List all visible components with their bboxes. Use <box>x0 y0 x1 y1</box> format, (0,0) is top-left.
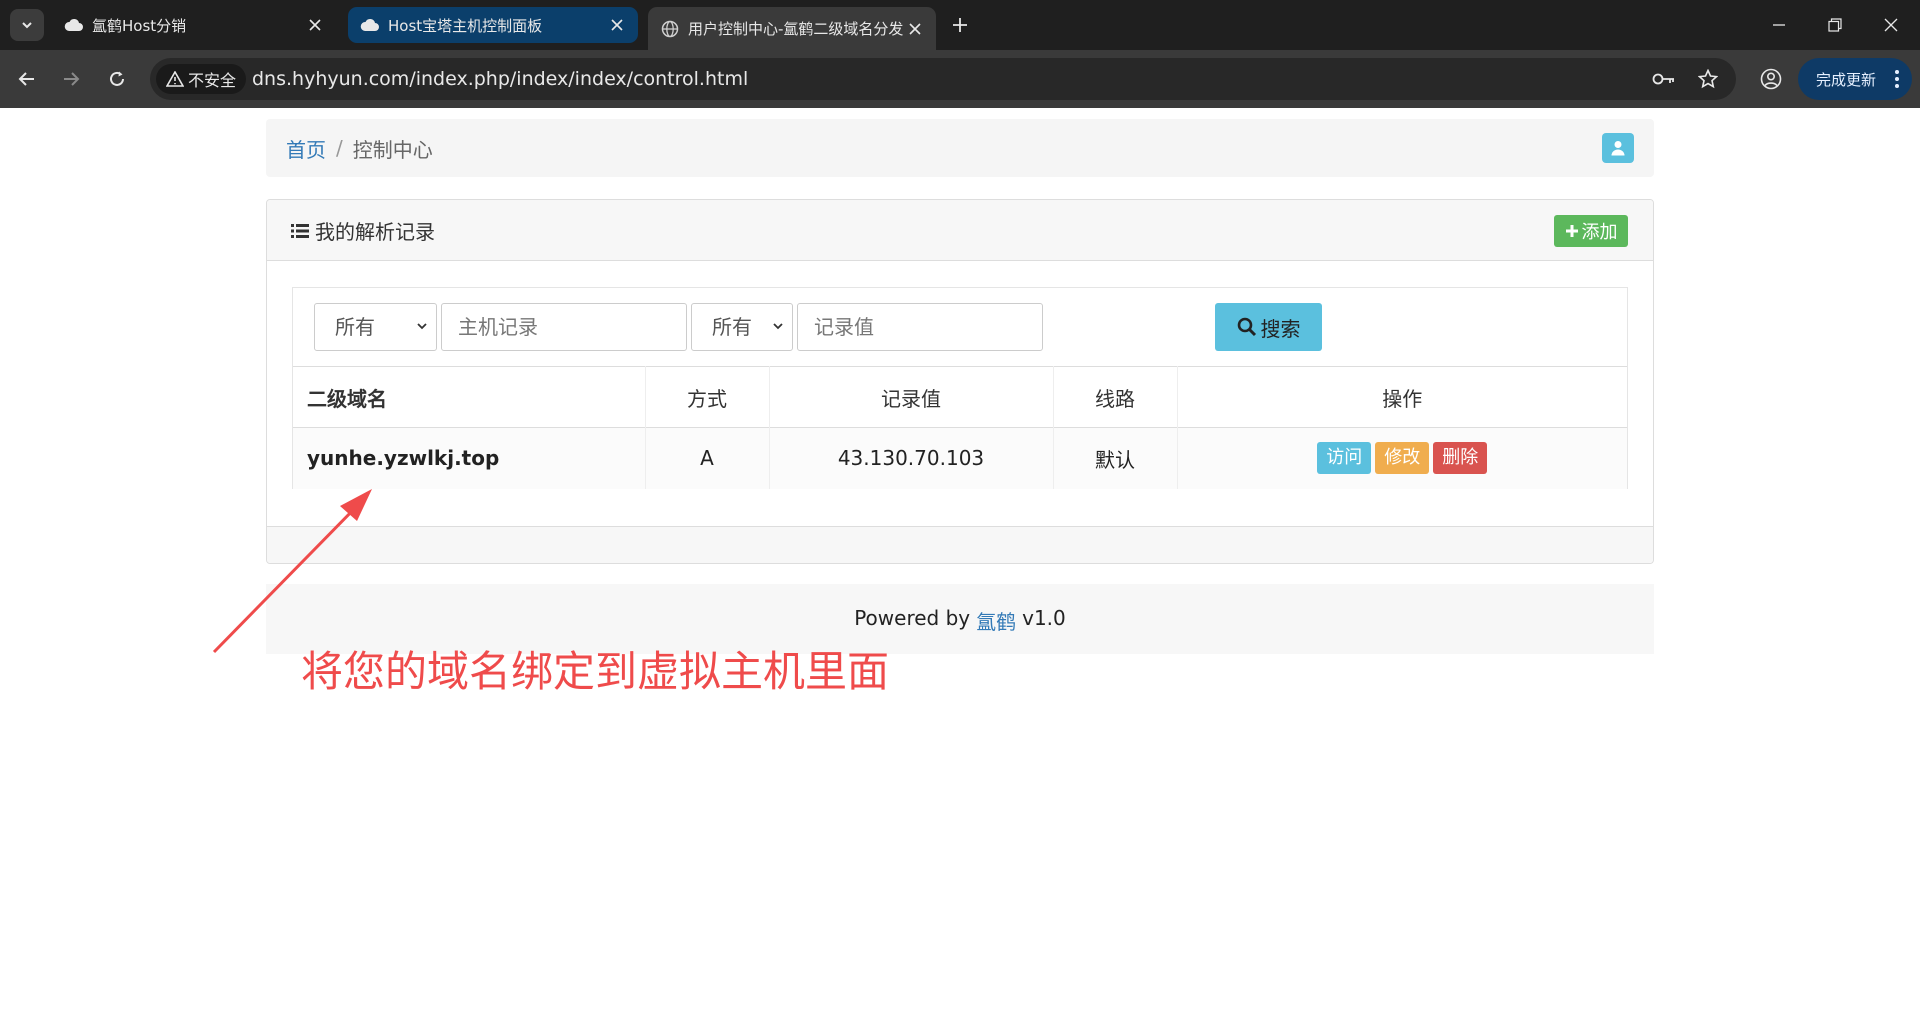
table-row: yunhe.yzwlkj.top A 43.130.70.103 默认 访问 修改… <box>293 427 1627 489</box>
close-icon[interactable] <box>608 16 626 34</box>
record-type-value: 所有 <box>335 315 375 339</box>
more-vert-icon <box>1895 70 1899 88</box>
search-button[interactable]: 搜索 <box>1215 303 1322 351</box>
column-header: 线路 <box>1053 366 1178 428</box>
new-tab-button[interactable] <box>946 11 974 39</box>
column-header: 记录值 <box>769 366 1054 428</box>
password-key-icon[interactable] <box>1650 65 1678 93</box>
tab-title: 氲鹤Host分销 <box>92 16 187 35</box>
url-text[interactable]: dns.hyhyun.com/index.php/index/index/con… <box>252 58 748 100</box>
forward-button[interactable] <box>56 64 86 94</box>
breadcrumb-home-link[interactable]: 首页 <box>286 134 326 163</box>
cloud-icon <box>360 15 380 35</box>
list-icon <box>291 223 309 238</box>
browser-tabbar: 氲鹤Host分销 Host宝塔主机控制面板 用户控制中心-氲鹤二级域名分发 <box>0 0 1920 50</box>
search-label: 搜索 <box>1260 316 1301 341</box>
tab-title: Host宝塔主机控制面板 <box>388 16 543 35</box>
record-value-input[interactable]: 记录值 <box>797 303 1043 351</box>
panel-title-text: 我的解析记录 <box>315 220 435 244</box>
tab-hyhost[interactable]: 氲鹤Host分销 <box>52 7 336 43</box>
user-icon <box>1611 141 1625 156</box>
back-button[interactable] <box>12 64 42 94</box>
cell-domain: yunhe.yzwlkj.top <box>293 427 646 489</box>
breadcrumb-separator: / <box>336 136 343 160</box>
update-label: 完成更新 <box>1816 70 1877 89</box>
globe-icon <box>660 19 680 39</box>
minimize-icon <box>1773 24 1785 26</box>
plus-icon <box>1565 225 1578 237</box>
visit-button[interactable]: 访问 <box>1317 442 1372 475</box>
close-icon <box>1884 18 1898 32</box>
line-select[interactable]: 所有 <box>691 303 793 351</box>
site-security-chip[interactable]: 不安全 <box>156 64 247 94</box>
panel-title: 我的解析记录 <box>291 200 435 261</box>
filter-bar: 所有 主机记录 所有 记录值 搜索 <box>293 288 1627 366</box>
chevron-down-icon <box>417 323 427 330</box>
search-icon <box>1237 317 1256 337</box>
edit-button[interactable]: 修改 <box>1375 442 1430 475</box>
cell-type: A <box>645 427 770 489</box>
reload-icon <box>110 71 124 86</box>
tab-search-button[interactable] <box>10 9 44 41</box>
line-value: 所有 <box>712 315 752 339</box>
update-button[interactable]: 完成更新 <box>1798 58 1912 100</box>
cell-line: 默认 <box>1053 427 1178 489</box>
browser-toolbar: 不安全 dns.hyhyun.com/index.php/index/index… <box>0 50 1920 108</box>
delete-button[interactable]: 删除 <box>1433 442 1488 475</box>
add-record-button[interactable]: 添加 <box>1554 215 1628 247</box>
restore-icon <box>1828 18 1842 32</box>
records-panel: 我的解析记录 添加 所有 主机记录 所有 记录值 搜索 二级域名 方式 记录值 … <box>266 199 1654 564</box>
chevron-down-icon <box>773 323 783 330</box>
account-icon <box>1760 68 1782 90</box>
close-icon[interactable] <box>306 16 324 34</box>
reload-button[interactable] <box>102 64 132 94</box>
panel-footer <box>267 526 1653 563</box>
address-bar[interactable]: 不安全 dns.hyhyun.com/index.php/index/index… <box>150 58 1736 100</box>
column-header: 二级域名 <box>293 366 646 428</box>
records-box: 所有 主机记录 所有 记录值 搜索 二级域名 方式 记录值 线路 操作 yunh… <box>292 287 1628 489</box>
close-window-button[interactable] <box>1862 0 1920 50</box>
arrow-right-icon <box>64 72 80 86</box>
insecure-label: 不安全 <box>188 71 237 90</box>
tab-control-center[interactable]: 用户控制中心-氲鹤二级域名分发 <box>648 7 936 50</box>
column-header: 操作 <box>1177 366 1627 428</box>
chevron-down-icon <box>22 22 32 29</box>
cell-actions: 访问 修改 删除 <box>1177 427 1627 489</box>
profile-button[interactable] <box>1756 64 1786 94</box>
breadcrumb-current: 控制中心 <box>352 137 433 162</box>
host-record-input[interactable]: 主机记录 <box>441 303 687 351</box>
tab-title: 用户控制中心-氲鹤二级域名分发 <box>688 20 904 38</box>
records-table: 二级域名 方式 记录值 线路 操作 yunhe.yzwlkj.top A 43.… <box>293 366 1627 489</box>
cell-value: 43.130.70.103 <box>769 427 1054 489</box>
footer-brand-link[interactable]: 氲鹤 <box>976 606 1016 654</box>
add-label: 添加 <box>1581 222 1618 243</box>
minimize-button[interactable] <box>1750 0 1808 50</box>
column-header: 方式 <box>645 366 770 428</box>
close-icon[interactable] <box>906 20 924 38</box>
footer-version: v1.0 <box>1022 606 1066 630</box>
cloud-icon <box>64 15 84 35</box>
warning-icon <box>166 71 184 87</box>
breadcrumb: 首页 / 控制中心 <box>266 119 1654 177</box>
user-menu-button[interactable] <box>1602 133 1634 163</box>
table-header-row: 二级域名 方式 记录值 线路 操作 <box>293 366 1627 428</box>
bookmark-star-icon[interactable] <box>1694 65 1722 93</box>
arrow-left-icon <box>18 72 34 86</box>
panel-header: 我的解析记录 添加 <box>267 200 1653 261</box>
record-type-select[interactable]: 所有 <box>314 303 437 351</box>
page-content: 首页 / 控制中心 我的解析记录 添加 所有 主机记录 所有 记录值 搜索 二级… <box>0 108 1920 1020</box>
restore-button[interactable] <box>1806 0 1864 50</box>
annotation-text: 将您的域名绑定到虚拟主机里面 <box>301 647 890 696</box>
plus-icon <box>953 18 967 32</box>
tab-bt-panel[interactable]: Host宝塔主机控制面板 <box>348 7 638 43</box>
